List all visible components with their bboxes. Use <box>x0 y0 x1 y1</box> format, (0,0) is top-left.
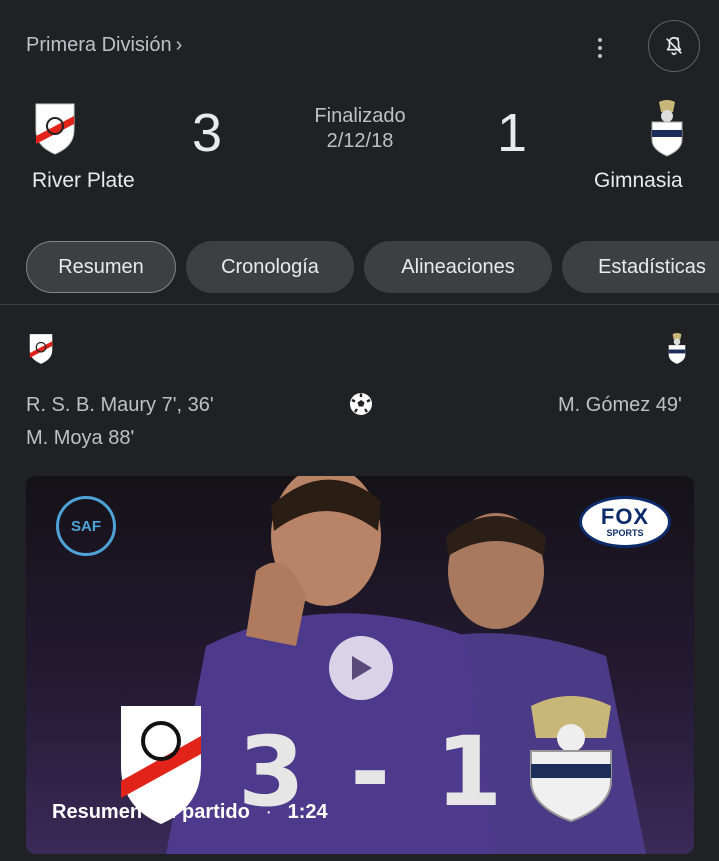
separator: · <box>265 801 273 823</box>
tab-estadisticas[interactable]: Estadísticas <box>562 241 719 293</box>
river-plate-crest-icon-small <box>29 334 53 364</box>
tab-alineaciones[interactable]: Alineaciones <box>364 241 552 293</box>
divider <box>0 304 719 305</box>
home-score: 3 <box>192 103 223 163</box>
more-options-button[interactable] <box>584 30 616 66</box>
play-button[interactable] <box>329 636 393 700</box>
home-team-name[interactable]: River Plate <box>32 169 135 193</box>
more-vert-icon-dot <box>598 46 602 50</box>
soccer-ball-icon <box>350 393 372 415</box>
video-title: Resumen del partido <box>52 801 250 823</box>
away-team-name[interactable]: Gimnasia <box>594 169 683 193</box>
match-date: 2/12/18 <box>326 130 394 152</box>
highlights-video[interactable]: SAF FOX SPORTS 3 - 1 Resumen del partido… <box>26 476 694 854</box>
league-label: Primera División <box>26 34 172 56</box>
league-logo: SAF <box>56 496 116 556</box>
notification-button[interactable] <box>648 20 700 72</box>
play-icon <box>352 656 372 680</box>
video-caption: Resumen del partido · 1:24 <box>52 801 328 824</box>
home-scorer: R. S. B. Maury 7', 36' <box>26 394 214 416</box>
gimnasia-crest-icon[interactable] <box>649 100 685 158</box>
broadcaster-logo: FOX SPORTS <box>579 496 671 548</box>
away-score: 1 <box>497 103 528 163</box>
top-bar: Primera División › <box>0 0 719 92</box>
chevron-right-icon: › <box>175 34 183 56</box>
scoreboard: River Plate 3 Finalizado 2/12/18 1 Gimna… <box>0 92 719 222</box>
away-scorer: M. Gómez 49' <box>558 394 682 416</box>
tab-cronologia[interactable]: Cronología <box>186 241 354 293</box>
more-vert-icon-dot <box>598 54 602 58</box>
river-plate-crest-icon[interactable] <box>34 102 76 156</box>
broadcaster-name: FOX <box>600 504 650 529</box>
more-vert-icon <box>598 38 602 42</box>
home-scorer: M. Moya 88' <box>26 427 135 449</box>
video-duration: 1:24 <box>287 801 328 823</box>
league-link[interactable]: Primera División › <box>26 34 182 57</box>
broadcaster-sub: SPORTS <box>606 528 644 538</box>
gimnasia-crest-icon-small <box>668 333 686 364</box>
notification-bell-icon <box>666 36 682 56</box>
tab-bar: Resumen Cronología Alineaciones Estadíst… <box>0 241 719 293</box>
match-status: Finalizado <box>314 105 406 127</box>
tab-resumen[interactable]: Resumen <box>26 241 176 293</box>
